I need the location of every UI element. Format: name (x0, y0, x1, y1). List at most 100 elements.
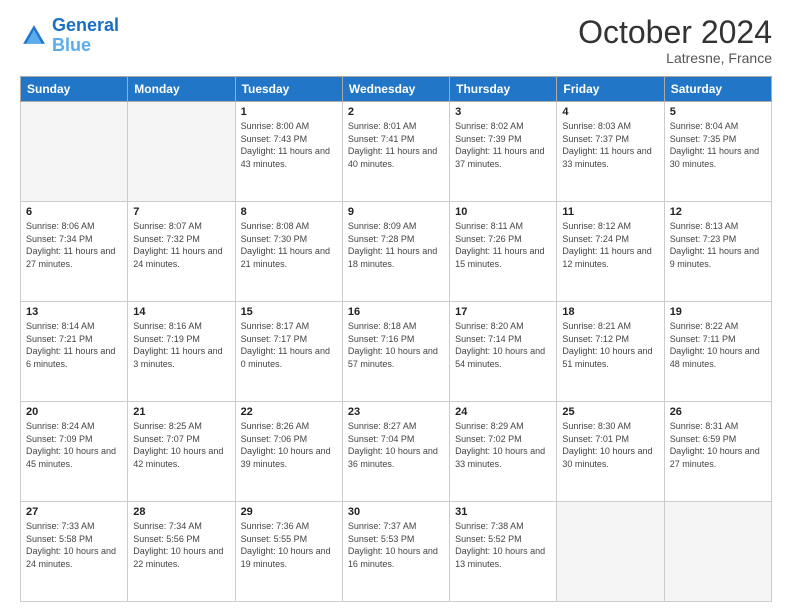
weekday-header-friday: Friday (557, 77, 664, 102)
calendar-cell: 21 Sunrise: 8:25 AM Sunset: 7:07 PM Dayli… (128, 402, 235, 502)
calendar-cell: 12 Sunrise: 8:13 AM Sunset: 7:23 PM Dayli… (664, 202, 771, 302)
day-info: Sunrise: 8:08 AM Sunset: 7:30 PM Dayligh… (241, 220, 337, 270)
day-number: 28 (133, 506, 229, 518)
weekday-header-monday: Monday (128, 77, 235, 102)
day-number: 3 (455, 106, 551, 118)
day-number: 14 (133, 306, 229, 318)
day-info: Sunrise: 8:13 AM Sunset: 7:23 PM Dayligh… (670, 220, 766, 270)
calendar-cell: 19 Sunrise: 8:22 AM Sunset: 7:11 PM Dayli… (664, 302, 771, 402)
day-number: 18 (562, 306, 658, 318)
calendar-cell (664, 502, 771, 602)
day-number: 10 (455, 206, 551, 218)
calendar-cell: 11 Sunrise: 8:12 AM Sunset: 7:24 PM Dayli… (557, 202, 664, 302)
calendar-cell (21, 102, 128, 202)
day-info: Sunrise: 8:25 AM Sunset: 7:07 PM Dayligh… (133, 420, 229, 470)
day-number: 17 (455, 306, 551, 318)
calendar-cell: 28 Sunrise: 7:34 AM Sunset: 5:56 PM Dayli… (128, 502, 235, 602)
day-info: Sunrise: 8:01 AM Sunset: 7:41 PM Dayligh… (348, 120, 444, 170)
logo-icon (20, 22, 48, 50)
day-number: 24 (455, 406, 551, 418)
calendar-cell: 29Sunrise: 7:36 AM Sunset: 5:55 PM Dayli… (235, 502, 342, 602)
calendar-cell: 7Sunrise: 8:07 AM Sunset: 7:32 PM Daylig… (128, 202, 235, 302)
calendar-cell: 3 Sunrise: 8:02 AM Sunset: 7:39 PM Daylig… (450, 102, 557, 202)
page: General Blue October 2024 Latresne, Fran… (0, 0, 792, 612)
calendar-cell (557, 502, 664, 602)
calendar-cell: 30Sunrise: 7:37 AM Sunset: 5:53 PM Dayli… (342, 502, 449, 602)
day-number: 1 (241, 106, 337, 118)
calendar-cell: 1 Sunrise: 8:00 AM Sunset: 7:43 PM Daylig… (235, 102, 342, 202)
calendar-cell: 15 Sunrise: 8:17 AM Sunset: 7:17 PM Dayli… (235, 302, 342, 402)
week-row-1: 1 Sunrise: 8:00 AM Sunset: 7:43 PM Daylig… (21, 102, 772, 202)
calendar-cell: 6 Sunrise: 8:06 AM Sunset: 7:34 PM Daylig… (21, 202, 128, 302)
weekday-header-row: SundayMondayTuesdayWednesdayThursdayFrid… (21, 77, 772, 102)
week-row-3: 13 Sunrise: 8:14 AM Sunset: 7:21 PM Dayli… (21, 302, 772, 402)
day-info: Sunrise: 8:30 AM Sunset: 7:01 PM Dayligh… (562, 420, 658, 470)
day-number: 21 (133, 406, 229, 418)
day-info: Sunrise: 8:22 AM Sunset: 7:11 PM Dayligh… (670, 320, 766, 370)
logo: General Blue (20, 16, 119, 56)
weekday-header-thursday: Thursday (450, 77, 557, 102)
day-number: 30 (348, 506, 444, 518)
day-info: Sunrise: 7:34 AM Sunset: 5:56 PM Dayligh… (133, 520, 229, 570)
day-info: Sunrise: 8:09 AM Sunset: 7:28 PM Dayligh… (348, 220, 444, 270)
day-number: 26 (670, 406, 766, 418)
day-info: Sunrise: 8:12 AM Sunset: 7:24 PM Dayligh… (562, 220, 658, 270)
calendar-cell: 24Sunrise: 8:29 AM Sunset: 7:02 PM Dayli… (450, 402, 557, 502)
calendar-cell: 22Sunrise: 8:26 AM Sunset: 7:06 PM Dayli… (235, 402, 342, 502)
day-number: 9 (348, 206, 444, 218)
weekday-header-saturday: Saturday (664, 77, 771, 102)
calendar-cell: 20Sunrise: 8:24 AM Sunset: 7:09 PM Dayli… (21, 402, 128, 502)
weekday-header-sunday: Sunday (21, 77, 128, 102)
day-number: 11 (562, 206, 658, 218)
day-info: Sunrise: 8:03 AM Sunset: 7:37 PM Dayligh… (562, 120, 658, 170)
day-info: Sunrise: 8:16 AM Sunset: 7:19 PM Dayligh… (133, 320, 229, 370)
calendar-cell: 16 Sunrise: 8:18 AM Sunset: 7:16 PM Dayli… (342, 302, 449, 402)
calendar-cell: 8 Sunrise: 8:08 AM Sunset: 7:30 PM Daylig… (235, 202, 342, 302)
day-info: Sunrise: 8:31 AM Sunset: 6:59 PM Dayligh… (670, 420, 766, 470)
month-title: October 2024 (578, 16, 772, 48)
day-number: 23 (348, 406, 444, 418)
calendar-cell: 13 Sunrise: 8:14 AM Sunset: 7:21 PM Dayli… (21, 302, 128, 402)
day-info: Sunrise: 8:06 AM Sunset: 7:34 PM Dayligh… (26, 220, 122, 270)
day-number: 5 (670, 106, 766, 118)
day-number: 7 (133, 206, 229, 218)
day-number: 22 (241, 406, 337, 418)
calendar-cell: 31Sunrise: 7:38 AM Sunset: 5:52 PM Dayli… (450, 502, 557, 602)
day-number: 16 (348, 306, 444, 318)
day-info: Sunrise: 8:21 AM Sunset: 7:12 PM Dayligh… (562, 320, 658, 370)
calendar-cell: 17 Sunrise: 8:20 AM Sunset: 7:14 PM Dayli… (450, 302, 557, 402)
logo-text: General Blue (52, 16, 119, 56)
title-block: October 2024 Latresne, France (578, 16, 772, 66)
day-info: Sunrise: 8:14 AM Sunset: 7:21 PM Dayligh… (26, 320, 122, 370)
calendar-cell: 9 Sunrise: 8:09 AM Sunset: 7:28 PM Daylig… (342, 202, 449, 302)
day-number: 6 (26, 206, 122, 218)
day-number: 15 (241, 306, 337, 318)
week-row-5: 27Sunrise: 7:33 AM Sunset: 5:58 PM Dayli… (21, 502, 772, 602)
calendar-cell (128, 102, 235, 202)
day-info: Sunrise: 8:02 AM Sunset: 7:39 PM Dayligh… (455, 120, 551, 170)
day-number: 13 (26, 306, 122, 318)
location: Latresne, France (578, 50, 772, 66)
calendar-cell: 10 Sunrise: 8:11 AM Sunset: 7:26 PM Dayli… (450, 202, 557, 302)
day-info: Sunrise: 8:20 AM Sunset: 7:14 PM Dayligh… (455, 320, 551, 370)
header: General Blue October 2024 Latresne, Fran… (20, 16, 772, 66)
calendar-cell: 26 Sunrise: 8:31 AM Sunset: 6:59 PM Dayli… (664, 402, 771, 502)
weekday-header-tuesday: Tuesday (235, 77, 342, 102)
day-number: 20 (26, 406, 122, 418)
day-info: Sunrise: 8:00 AM Sunset: 7:43 PM Dayligh… (241, 120, 337, 170)
day-info: Sunrise: 8:17 AM Sunset: 7:17 PM Dayligh… (241, 320, 337, 370)
calendar-cell: 27Sunrise: 7:33 AM Sunset: 5:58 PM Dayli… (21, 502, 128, 602)
day-info: Sunrise: 7:36 AM Sunset: 5:55 PM Dayligh… (241, 520, 337, 570)
calendar-cell: 23Sunrise: 8:27 AM Sunset: 7:04 PM Dayli… (342, 402, 449, 502)
weekday-header-wednesday: Wednesday (342, 77, 449, 102)
day-number: 12 (670, 206, 766, 218)
day-number: 19 (670, 306, 766, 318)
day-info: Sunrise: 8:18 AM Sunset: 7:16 PM Dayligh… (348, 320, 444, 370)
day-number: 2 (348, 106, 444, 118)
day-info: Sunrise: 8:11 AM Sunset: 7:26 PM Dayligh… (455, 220, 551, 270)
day-number: 31 (455, 506, 551, 518)
day-number: 8 (241, 206, 337, 218)
day-number: 4 (562, 106, 658, 118)
calendar-cell: 4 Sunrise: 8:03 AM Sunset: 7:37 PM Daylig… (557, 102, 664, 202)
calendar-cell: 14 Sunrise: 8:16 AM Sunset: 7:19 PM Dayli… (128, 302, 235, 402)
